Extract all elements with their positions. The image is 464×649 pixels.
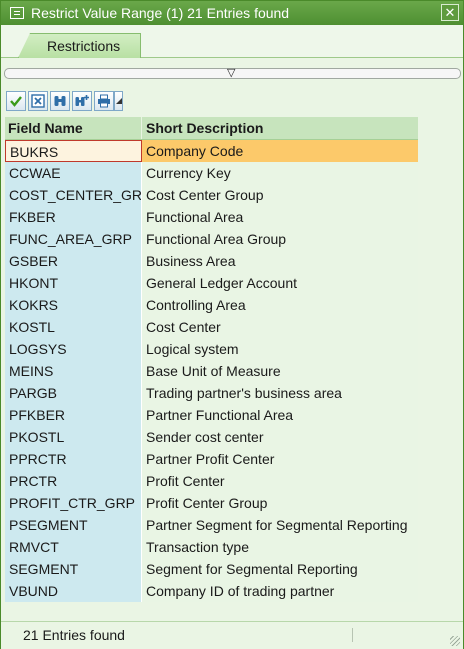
results-table: Field Name Short Description BUKRS Compan… (5, 117, 418, 602)
table-row[interactable]: KOSTL Cost Center (5, 316, 418, 338)
close-button[interactable]: ✕ (441, 4, 459, 21)
short-description-cell[interactable]: Cost Center (142, 316, 418, 338)
short-description-cell[interactable]: Currency Key (142, 162, 418, 184)
status-bar: 21 Entries found (1, 621, 463, 649)
field-name-cell[interactable]: BUKRS (5, 140, 142, 162)
field-name-cell[interactable]: PKOSTL (5, 426, 142, 448)
find-next-button[interactable] (72, 91, 92, 111)
short-description-cell[interactable]: Partner Profit Center (142, 448, 418, 470)
short-description-cell[interactable]: General Ledger Account (142, 272, 418, 294)
table-row[interactable]: PRCTR Profit Center (5, 470, 418, 492)
table-row[interactable]: LOGSYS Logical system (5, 338, 418, 360)
table-row[interactable]: COST_CENTER_GRP Cost Center Group (5, 184, 418, 206)
field-name-cell[interactable]: GSBER (5, 250, 142, 272)
field-name-cell[interactable]: KOKRS (5, 294, 142, 316)
short-description-cell[interactable]: Controlling Area (142, 294, 418, 316)
short-description-cell[interactable]: Segment for Segmental Reporting (142, 558, 418, 580)
expand-arrow-icon[interactable]: ▽ (227, 66, 235, 79)
field-name-cell[interactable]: MEINS (5, 360, 142, 382)
table-row[interactable]: BUKRS Company Code (5, 140, 418, 162)
table-row[interactable]: PFKBER Partner Functional Area (5, 404, 418, 426)
field-name-cell[interactable]: PROFIT_CTR_GRP (5, 492, 142, 514)
tab-restrictions[interactable]: Restrictions (18, 33, 142, 58)
table-row[interactable]: GSBER Business Area (5, 250, 418, 272)
short-description-cell[interactable]: Company ID of trading partner (142, 580, 418, 602)
field-name-cell[interactable]: VBUND (5, 580, 142, 602)
short-description-cell[interactable]: Company Code (142, 140, 418, 162)
field-name-cell[interactable]: HKONT (5, 272, 142, 294)
table-row[interactable]: VBUND Company ID of trading partner (5, 580, 418, 602)
field-name-cell[interactable]: CCWAE (5, 162, 142, 184)
table-row[interactable]: HKONT General Ledger Account (5, 272, 418, 294)
window-title: Restrict Value Range (1) 21 Entries foun… (31, 5, 290, 21)
table-row[interactable]: CCWAE Currency Key (5, 162, 418, 184)
field-name-cell[interactable]: PRCTR (5, 470, 142, 492)
short-description-cell[interactable]: Transaction type (142, 536, 418, 558)
title-bar: Restrict Value Range (1) 21 Entries foun… (1, 1, 463, 25)
toolbar (6, 91, 125, 113)
short-description-cell[interactable]: Base Unit of Measure (142, 360, 418, 382)
cancel-button[interactable] (28, 91, 48, 111)
table-row[interactable]: PROFIT_CTR_GRP Profit Center Group (5, 492, 418, 514)
table-row[interactable]: FUNC_AREA_GRP Functional Area Group (5, 228, 418, 250)
short-description-cell[interactable]: Partner Functional Area (142, 404, 418, 426)
field-name-cell[interactable]: PPRCTR (5, 448, 142, 470)
table-row[interactable]: SEGMENT Segment for Segmental Reporting (5, 558, 418, 580)
find-button[interactable] (50, 91, 70, 111)
table-row[interactable]: RMVCT Transaction type (5, 536, 418, 558)
table-row[interactable]: PKOSTL Sender cost center (5, 426, 418, 448)
status-text: 21 Entries found (23, 627, 125, 643)
short-description-cell[interactable]: Business Area (142, 250, 418, 272)
table-body: BUKRS Company Code CCWAE Currency Key COST_C… (5, 140, 418, 602)
cancel-icon (31, 94, 45, 108)
table-row[interactable]: MEINS Base Unit of Measure (5, 360, 418, 382)
check-icon (10, 96, 22, 107)
window-menu-icon[interactable] (10, 7, 24, 19)
tab-strip: Restrictions (1, 25, 463, 58)
short-description-cell[interactable]: Logical system (142, 338, 418, 360)
field-name-cell[interactable]: FKBER (5, 206, 142, 228)
splitter-bar[interactable]: ▽ (4, 66, 461, 79)
print-button[interactable] (94, 91, 114, 111)
short-description-cell[interactable]: Cost Center Group (142, 184, 418, 206)
column-header-short-description[interactable]: Short Description (142, 117, 418, 139)
print-dropdown-button[interactable] (114, 91, 123, 111)
field-name-cell[interactable]: KOSTL (5, 316, 142, 338)
short-description-cell[interactable]: Functional Area (142, 206, 418, 228)
table-row[interactable]: PARGB Trading partner's business area (5, 382, 418, 404)
dialog-window: Restrict Value Range (1) 21 Entries foun… (0, 0, 464, 649)
dropdown-arrow-icon (115, 98, 122, 104)
field-name-cell[interactable]: PARGB (5, 382, 142, 404)
column-header-field-name[interactable]: Field Name (5, 117, 142, 139)
table-row[interactable]: PPRCTR Partner Profit Center (5, 448, 418, 470)
status-divider (352, 628, 353, 642)
short-description-cell[interactable]: Sender cost center (142, 426, 418, 448)
short-description-cell[interactable]: Functional Area Group (142, 228, 418, 250)
field-name-cell[interactable]: FUNC_AREA_GRP (5, 228, 142, 250)
field-name-cell[interactable]: RMVCT (5, 536, 142, 558)
printer-icon (98, 94, 110, 108)
short-description-cell[interactable]: Profit Center Group (142, 492, 418, 514)
field-name-cell[interactable]: COST_CENTER_GRP (5, 184, 142, 206)
binoculars-plus-icon (75, 95, 89, 106)
table-row[interactable]: KOKRS Controlling Area (5, 294, 418, 316)
resize-grip-icon[interactable] (450, 636, 460, 646)
field-name-cell[interactable]: SEGMENT (5, 558, 142, 580)
field-name-cell[interactable]: PFKBER (5, 404, 142, 426)
table-row[interactable]: FKBER Functional Area (5, 206, 418, 228)
short-description-cell[interactable]: Trading partner's business area (142, 382, 418, 404)
field-name-cell[interactable]: PSEGMENT (5, 514, 142, 536)
continue-button[interactable] (6, 91, 26, 111)
short-description-cell[interactable]: Profit Center (142, 470, 418, 492)
binoculars-icon (54, 96, 66, 106)
table-row[interactable]: PSEGMENT Partner Segment for Segmental Re… (5, 514, 418, 536)
short-description-cell[interactable]: Partner Segment for Segmental Reporting (142, 514, 418, 536)
table-header: Field Name Short Description (5, 117, 418, 140)
field-name-cell[interactable]: LOGSYS (5, 338, 142, 360)
